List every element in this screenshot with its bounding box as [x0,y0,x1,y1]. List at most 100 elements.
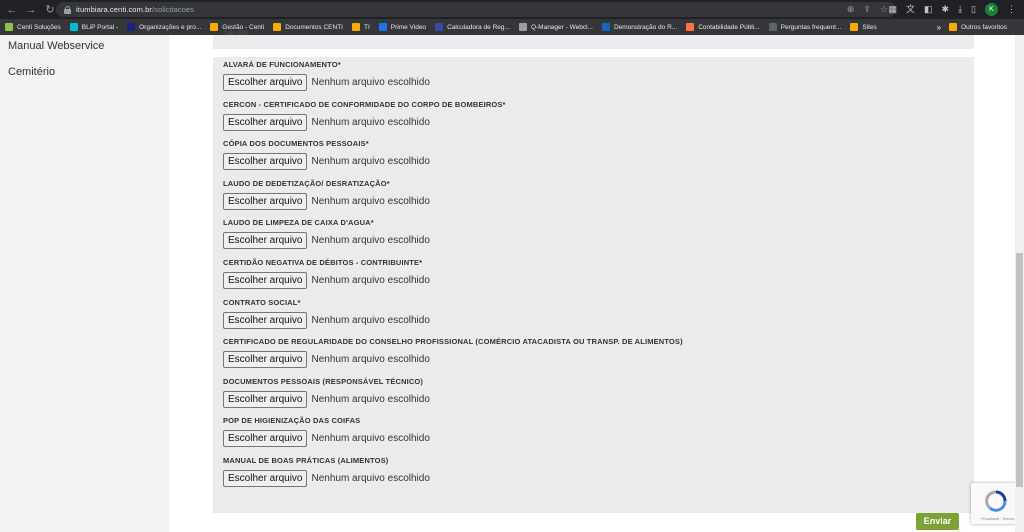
upload-field-label: LAUDO DE DEDETIZAÇÃO/ DESRATIZAÇÃO* [223,178,390,188]
bookmark-favicon-icon [69,23,78,31]
upload-field: CERTIDÃO NEGATIVA DE DÉBITOS - CONTRIBUI… [223,258,430,289]
submit-button[interactable]: Enviar [916,513,959,530]
bookmark-favicon-icon [127,23,136,31]
choose-file-button[interactable]: Escolher arquivo [223,153,308,171]
bookmark-item[interactable]: Documentos CENTI [273,23,343,31]
bookmark-favicon-icon [686,23,695,31]
zoom-icon[interactable]: ⊕ [847,3,855,16]
bookmark-item[interactable]: Calculadora de Reg... [435,23,510,31]
upload-field: POP DE HIGIENIZAÇÃO DAS COIFAS Escolher a… [223,416,430,448]
download-icon[interactable]: ⤓ [958,2,962,17]
choose-file-button[interactable]: Escolher arquivo [223,74,308,91]
page-content: Manual Webservice Cemitério Não Sim ALVA… [0,31,1024,532]
choose-file-button[interactable]: Escolher arquivo [223,232,308,250]
bookmark-label: Perguntas frequent... [780,23,842,31]
bookmark-label: Organizações e pro... [139,23,202,31]
bookmark-item[interactable]: Q-Manager - Webcl... [518,23,593,31]
file-input: Escolher arquivo Nenhum arquivo escolhido [223,470,430,487]
puzzle-icon[interactable]: ✱ [942,2,950,17]
choose-file-button[interactable]: Escolher arquivo [223,272,308,289]
previous-field-panel: Não Sim [213,31,974,49]
choose-file-button[interactable]: Escolher arquivo [223,351,308,369]
file-input: Escolher arquivo Nenhum arquivo escolhido [223,311,430,329]
address-bar[interactable]: itumbiara.centi.com.br/solicitacoes ⊕ ⇪ … [56,2,896,17]
file-status-text: Nenhum arquivo escolhido [311,314,430,326]
choose-file-button[interactable]: Escolher arquivo [223,430,308,448]
back-icon[interactable]: ← [5,3,19,17]
bookmark-favicon-icon [378,23,387,31]
bookmark-item[interactable]: Perguntas frequent... [768,23,842,31]
side-panel-icon[interactable]: ▯ [971,2,976,17]
extension-icon-2[interactable]: ◧ [924,2,933,17]
bookmark-label: Centi Soluções [17,23,61,31]
file-input: Escolher arquivo Nenhum arquivo escolhido [223,390,430,408]
choose-file-button[interactable]: Escolher arquivo [223,113,308,131]
file-status-text: Nenhum arquivo escolhido [311,354,430,366]
bookmark-item[interactable]: Gestão - Centi [210,23,264,31]
upload-field: CERTIFICADO DE REGULARIDADE DO CONSELHO … [223,337,683,369]
bookmarks-overflow-icon[interactable]: » [937,23,941,32]
upload-field-label: POP DE HIGIENIZAÇÃO DAS COIFAS [223,416,361,426]
sidebar-item-manual-webservice[interactable]: Manual Webservice [8,40,104,52]
choose-file-button[interactable]: Escolher arquivo [223,470,308,487]
forward-icon[interactable]: → [24,3,38,17]
bookmark-item[interactable]: Contabilidade Públi... [686,23,760,31]
sidebar-item-cemiterio[interactable]: Cemitério [8,66,55,78]
folder-icon [949,23,958,31]
previous-field-options: Não Sim [225,31,249,37]
file-input: Escolher arquivo Nenhum arquivo escolhido [223,113,506,131]
bookmark-item[interactable]: TI [351,23,370,31]
choose-file-button[interactable]: Escolher arquivo [223,390,308,408]
page-scrollbar[interactable] [1015,35,1024,532]
upload-field-label: DOCUMENTOS PESSOAIS (RESPONSÁVEL TÉCNICO… [223,376,424,386]
upload-field: CONTRATO SOCIAL* Escolher arquivo Nenhum a… [223,298,430,329]
bookmark-favicon-icon [351,23,360,31]
bookmark-item[interactable]: BLiP Portal - [69,23,118,31]
file-input: Escolher arquivo Nenhum arquivo escolhido [223,232,430,250]
bookmark-label: Documentos CENTI [285,23,343,31]
bookmark-item[interactable]: Prime Video [378,23,427,31]
bookmark-favicon-icon [5,23,13,31]
choose-file-button[interactable]: Escolher arquivo [223,192,308,210]
file-status-text: Nenhum arquivo escolhido [311,275,430,286]
upload-field-label: CONTRATO SOCIAL* [223,297,301,307]
bookmark-label: TI [363,23,370,31]
upload-field: CÓPIA DOS DOCUMENTOS PESSOAIS* Escolher a… [223,139,430,171]
file-input: Escolher arquivo Nenhum arquivo escolhido [223,74,430,91]
file-status-text: Nenhum arquivo escolhido [311,393,430,405]
bookmark-item[interactable]: Sites [850,23,877,31]
scrollbar-thumb[interactable] [1016,253,1023,487]
file-input: Escolher arquivo Nenhum arquivo escolhido [223,351,683,369]
bookmark-label: Q-Manager - Webcl... [530,23,593,31]
file-status-text: Nenhum arquivo escolhido [311,473,430,484]
bookmark-favicon-icon [850,23,859,31]
menu-icon[interactable]: ⋮ [1007,2,1016,17]
file-status-text: Nenhum arquivo escolhido [311,235,430,247]
upload-field: LAUDO DE LIMPEZA DE CAIXA D'AGUA* Escolhe… [223,218,430,250]
bookmarks-bar: Centi Soluções BLiP Portal - Organizações … [0,19,1024,35]
choose-file-button[interactable]: Escolher arquivo [223,311,308,329]
share-icon[interactable]: ⇪ [863,3,871,16]
upload-field-label: ALVARÁ DE FUNCIONAMENTO* [223,60,341,69]
bookmark-other[interactable]: Outros favoritos [949,23,1007,31]
bookmark-item[interactable]: Organizações e pro... [127,23,201,31]
file-status-text: Nenhum arquivo escolhido [311,156,430,168]
upload-field-label: CERTIFICADO DE REGULARIDADE DO CONSELHO … [223,337,683,347]
reload-icon[interactable]: ↻ [43,3,57,17]
url-text: itumbiara.centi.com.br/solicitacoes [76,5,195,14]
upload-field-label: MANUAL DE BOAS PRÁTICAS (ALIMENTOS) [223,456,389,465]
file-status-text: Nenhum arquivo escolhido [311,116,430,128]
profile-avatar[interactable]: K [985,3,998,16]
file-input: Escolher arquivo Nenhum arquivo escolhido [223,153,430,171]
lock-icon [64,5,71,14]
bookmark-item[interactable]: Centi Soluções [5,23,61,31]
extension-icon[interactable]: ▦ [888,2,897,17]
bookmark-item[interactable]: Demonstração do R... [601,23,678,31]
bookmark-label: Demonstração do R... [613,23,678,31]
upload-field: ALVARÁ DE FUNCIONAMENTO* Escolher arquivo… [223,60,430,91]
bookmark-label: Prime Video [390,23,427,31]
translate-icon[interactable]: 文 [906,2,915,17]
bookmark-star-icon[interactable]: ☆ [880,3,888,16]
bookmark-favicon-icon [273,23,282,31]
bookmark-favicon-icon [435,23,444,31]
